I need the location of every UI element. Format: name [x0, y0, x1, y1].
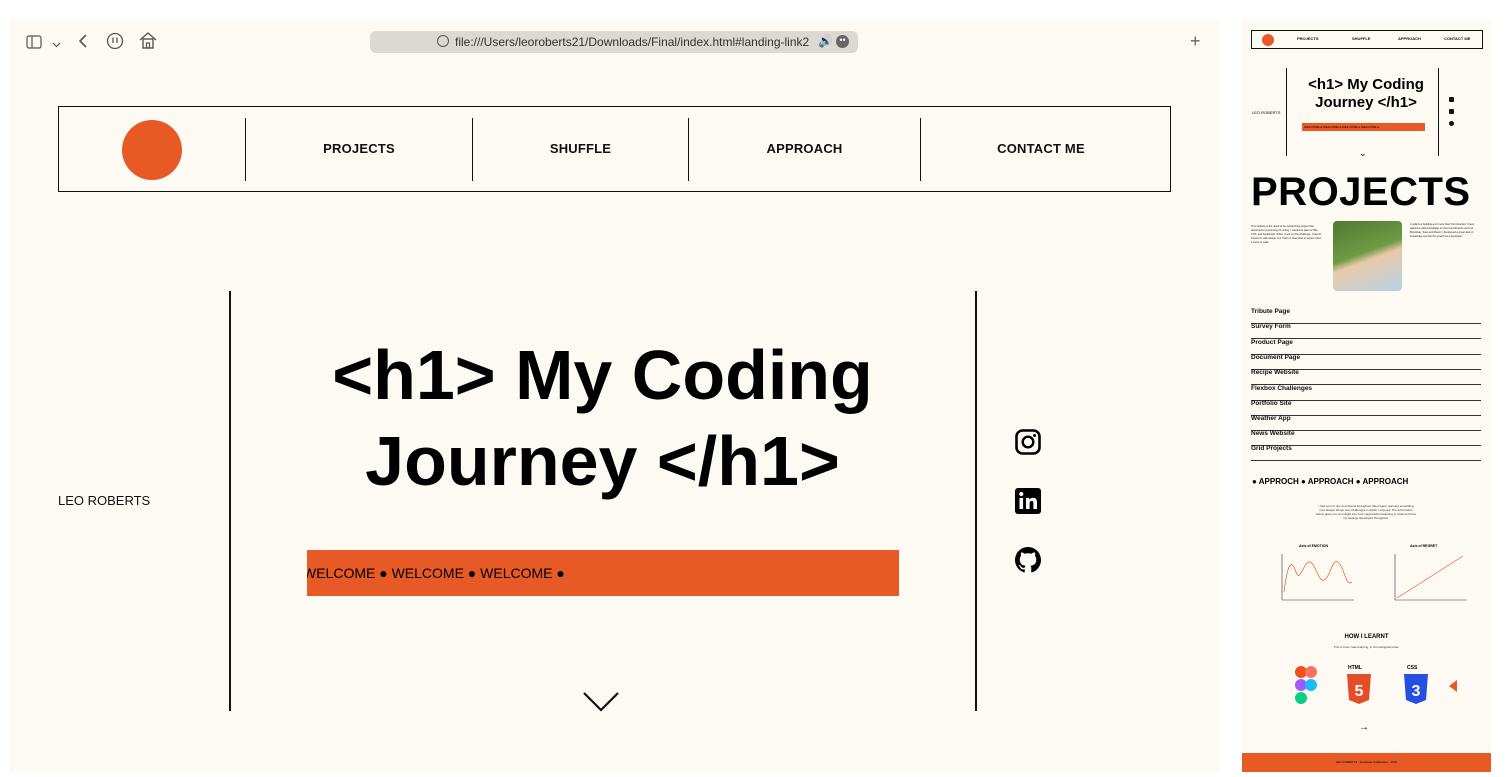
preview-graph-title: Axis of REGRET	[1410, 544, 1438, 548]
preview-rule	[1286, 68, 1287, 156]
sidebar-toggle-icon[interactable]	[26, 35, 42, 51]
preview-project-item: Product Page	[1251, 339, 1481, 355]
title-line-2: Journey </h1>	[365, 422, 840, 500]
preview-title: <h1> My Coding Journey </h1>	[1308, 76, 1424, 111]
more-icon[interactable]: ••	[836, 35, 849, 48]
speaker-icon[interactable]: 🔊	[818, 34, 833, 48]
preview-nav-link: PROJECTS	[1297, 36, 1319, 41]
chevron-down-icon[interactable]	[52, 37, 61, 51]
nav-link-shuffle[interactable]: SHUFFLE	[473, 141, 688, 156]
preview-nav-link: SHUFFLE	[1352, 36, 1371, 41]
preview-intro-left: This website is the result of an overarc…	[1251, 225, 1322, 244]
preview-nav-link: APPROACH	[1398, 36, 1421, 41]
hero-left-rule	[229, 291, 231, 711]
preview-approach-text: I had a lot of ups and downs throughout …	[1316, 504, 1416, 520]
logo[interactable]	[122, 120, 182, 180]
preview-css-label: CSS	[1407, 665, 1418, 671]
preview-marquee: WELCOME ● WELCOME ● WELCOME ● WELCOME ●	[1302, 123, 1425, 131]
preview-next-arrow-icon: →	[1359, 722, 1369, 733]
preview-regret-graph	[1394, 554, 1467, 601]
svg-text:3: 3	[1412, 683, 1421, 700]
preview-chevron-icon: ⌄	[1359, 148, 1367, 158]
compass-icon	[437, 35, 449, 47]
preview-project-item: Flexbox Challenges	[1251, 385, 1481, 401]
preview-github-icon	[1449, 121, 1454, 126]
new-tab-button[interactable]: +	[1190, 32, 1201, 50]
preview-instagram-icon	[1449, 97, 1454, 102]
preview-project-item: Document Page	[1251, 354, 1481, 370]
preview-project-item: Portfolio Site	[1251, 400, 1481, 416]
github-icon[interactable]	[1015, 547, 1041, 573]
preview-nav: PROJECTS SHUFFLE APPROACH CONTACT ME	[1251, 30, 1483, 49]
title-line-1: <h1> My Coding	[332, 336, 873, 414]
preview-linkedin-icon	[1449, 109, 1454, 114]
hero-right-rule	[975, 291, 977, 711]
carousel-partial-icon	[1449, 680, 1457, 692]
preview-project-item: Survey Form	[1251, 323, 1481, 339]
preview-profile-photo	[1333, 221, 1402, 291]
back-icon[interactable]	[78, 33, 88, 51]
page-title: <h1> My Coding Journey </h1>	[265, 332, 940, 504]
preview-html-label: HTML	[1348, 665, 1362, 671]
preview-intro-right: I ended up building a lot more than firs…	[1410, 223, 1475, 238]
url-text: file:///Users/leoroberts21/Downloads/Fin…	[455, 35, 810, 49]
preview-project-item: News Website	[1251, 430, 1481, 446]
preview-project-item: Weather App	[1251, 415, 1481, 431]
css3-icon: 3	[1404, 674, 1428, 704]
site-nav: PROJECTS SHUFFLE APPROACH CONTACT ME	[58, 106, 1171, 192]
preview-marquee-text: WELCOME ● WELCOME ● WELCOME ● WELCOME ●	[1304, 125, 1380, 129]
preview-how-i-learnt-heading: HOW I LEARNT	[1344, 634, 1389, 640]
html5-icon: 5	[1347, 674, 1371, 704]
preview-logo	[1262, 34, 1274, 46]
instagram-icon[interactable]	[1015, 429, 1041, 455]
home-icon[interactable]	[139, 32, 157, 51]
figma-icon	[1295, 666, 1317, 704]
preview-nav-link: CONTACT ME	[1444, 36, 1471, 41]
nav-link-contact[interactable]: CONTACT ME	[921, 141, 1161, 156]
browser-window: file:///Users/leoroberts21/Downloads/Fin…	[10, 20, 1219, 772]
address-bar[interactable]: file:///Users/leoroberts21/Downloads/Fin…	[370, 31, 858, 53]
nav-link-approach[interactable]: APPROACH	[689, 141, 920, 156]
author-name: LEO ROBERTS	[58, 493, 151, 508]
preview-projects-heading: PROJECTS	[1251, 170, 1471, 214]
preview-graph-title: Axis of EMOTION	[1299, 544, 1328, 548]
preview-emotion-graph	[1281, 554, 1354, 601]
scroll-down-icon[interactable]	[582, 691, 620, 718]
preview-project-item: Tribute Page	[1251, 308, 1481, 324]
preview-approach-heading: ● APPROCH ● APPROACH ● APPROACH	[1252, 477, 1409, 486]
nav-link-projects[interactable]: PROJECTS	[246, 141, 472, 156]
preview-footer: LEO ROBERTS - Graduate Publication - 202…	[1242, 753, 1491, 772]
shield-icon[interactable]	[106, 32, 124, 52]
linkedin-icon[interactable]	[1015, 488, 1041, 514]
preview-project-item: Grid Projects	[1251, 445, 1481, 461]
preview-author-name: LEO ROBERTS	[1252, 110, 1281, 115]
page-preview[interactable]: PROJECTS SHUFFLE APPROACH CONTACT ME LEO…	[1242, 20, 1491, 772]
preview-rule	[1438, 68, 1439, 156]
marquee-text: WELCOME ● WELCOME ● WELCOME ●	[307, 565, 565, 581]
preview-project-item: Recipe Website	[1251, 369, 1481, 385]
preview-how-i-learnt-sub: This is how I was learning, in chronolog…	[1333, 645, 1400, 649]
welcome-marquee: WELCOME ● WELCOME ● WELCOME ●	[307, 550, 899, 596]
svg-text:5: 5	[1355, 683, 1364, 700]
